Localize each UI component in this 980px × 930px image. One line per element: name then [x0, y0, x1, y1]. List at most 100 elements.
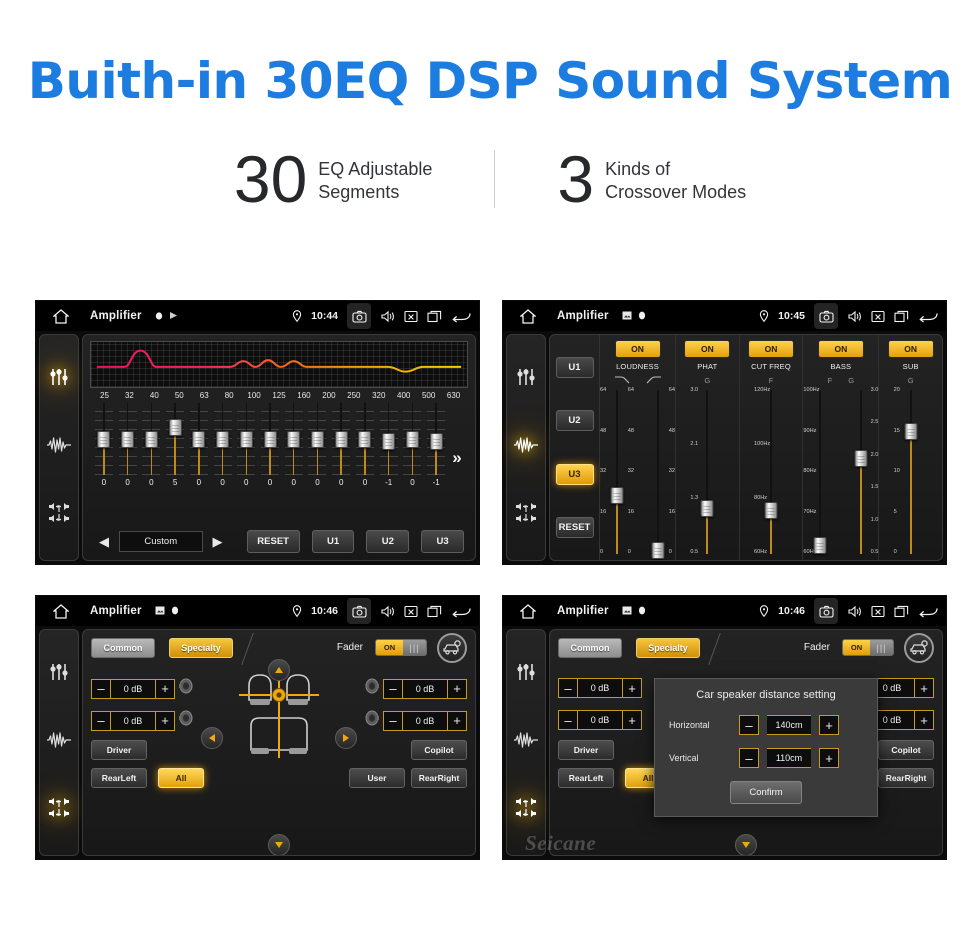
preset-next-icon[interactable]: ▶ — [208, 534, 228, 550]
waveform-icon[interactable] — [46, 436, 72, 459]
minus-button[interactable]: – — [739, 715, 759, 735]
eq-slider[interactable] — [427, 403, 446, 475]
minus-button[interactable]: – — [383, 678, 403, 699]
camera-icon[interactable] — [347, 598, 371, 624]
fader-knob[interactable] — [904, 422, 918, 440]
plus-button[interactable]: + — [819, 748, 839, 768]
preset-u2-button[interactable]: U2 — [555, 410, 594, 432]
seat-button-rearleft[interactable]: RearLeft — [91, 768, 147, 788]
speaker-balance-icon[interactable] — [515, 502, 537, 529]
home-icon[interactable] — [46, 308, 76, 324]
arrow-up-icon[interactable] — [268, 659, 290, 681]
fader-toggle[interactable]: ON ||| — [375, 639, 427, 656]
camera-icon[interactable] — [347, 303, 371, 329]
minus-button[interactable]: – — [739, 748, 759, 768]
eq-slider-knob[interactable] — [97, 430, 111, 448]
fader-knob[interactable] — [610, 486, 624, 504]
tab-specialty[interactable]: Specialty — [636, 637, 700, 658]
seat-button-copilot[interactable]: Copilot — [411, 740, 467, 760]
eq-slider[interactable] — [213, 403, 232, 475]
arrow-left-icon[interactable] — [201, 727, 223, 749]
waveform-icon[interactable] — [513, 436, 539, 459]
eq-slider[interactable] — [166, 403, 185, 475]
seat-button-driver[interactable]: Driver — [558, 740, 614, 760]
volume-icon[interactable] — [847, 310, 862, 323]
waveform-icon[interactable] — [46, 731, 72, 754]
seat-button-all[interactable]: All — [158, 768, 204, 788]
eq-slider[interactable] — [284, 403, 303, 475]
back-arrow-icon[interactable] — [451, 605, 472, 618]
close-box-icon[interactable] — [404, 310, 418, 323]
crossover-fader[interactable]: 20 15 10 5 0 — [894, 387, 926, 556]
speaker-balance-icon[interactable] — [515, 797, 537, 824]
eq-slider-knob[interactable] — [239, 430, 253, 448]
eq-sliders-icon[interactable] — [48, 366, 70, 393]
close-box-icon[interactable] — [871, 310, 885, 323]
minus-button[interactable]: – — [91, 710, 111, 731]
fader-knob[interactable] — [651, 541, 665, 559]
seat-button-driver[interactable]: Driver — [91, 740, 147, 760]
eq-slider[interactable] — [379, 403, 398, 475]
seat-button-rearleft[interactable]: RearLeft — [558, 768, 614, 788]
eq-sliders-icon[interactable] — [48, 661, 70, 688]
crossover-fader[interactable]: 120Hz 100Hz 80Hz 60Hz — [754, 387, 786, 556]
preset-prev-icon[interactable]: ◀ — [94, 534, 114, 550]
volume-icon[interactable] — [847, 605, 862, 618]
plus-button[interactable]: + — [447, 678, 467, 699]
eq-slider[interactable] — [261, 403, 279, 475]
recents-icon[interactable] — [894, 310, 909, 323]
eq-slider[interactable] — [189, 403, 208, 475]
eq-slider-knob[interactable] — [358, 430, 372, 448]
waveform-icon[interactable] — [513, 731, 539, 754]
double-chevron-right-icon[interactable]: » — [448, 403, 466, 526]
preset-u2-button[interactable]: U2 — [366, 530, 410, 553]
home-icon[interactable] — [513, 308, 543, 324]
crossover-fader[interactable]: 100Hz 90Hz 80Hz 70Hz 60Hz — [803, 387, 835, 556]
fader-knob[interactable] — [854, 449, 868, 467]
plus-button[interactable]: + — [622, 710, 642, 730]
car-gear-icon[interactable] — [904, 632, 934, 663]
eq-slider[interactable] — [118, 403, 137, 475]
crossover-fader[interactable]: 64 48 32 16 0 64 48 32 16 0 — [600, 387, 634, 556]
on-toggle-button[interactable]: ON — [817, 340, 864, 358]
eq-slider-knob[interactable] — [287, 430, 301, 448]
eq-slider[interactable] — [142, 403, 161, 475]
on-toggle-button[interactable]: ON — [887, 340, 934, 358]
minus-button[interactable]: – — [91, 678, 111, 699]
minus-button[interactable]: – — [383, 710, 403, 731]
back-arrow-icon[interactable] — [451, 310, 472, 323]
preset-u1-button[interactable]: U1 — [311, 530, 355, 553]
fader-knob[interactable] — [813, 536, 827, 554]
fader-toggle[interactable]: ON ||| — [842, 639, 894, 656]
eq-slider-knob[interactable] — [168, 419, 182, 437]
eq-slider[interactable] — [403, 403, 422, 475]
home-icon[interactable] — [46, 603, 76, 619]
plus-button[interactable]: + — [622, 678, 642, 698]
crossover-fader[interactable]: 3.0 2.5 2.0 1.5 1.0 0.5 — [846, 387, 878, 556]
minus-button[interactable]: – — [558, 710, 578, 730]
plus-button[interactable]: + — [914, 678, 934, 698]
seat-button-rearright[interactable]: RearRight — [878, 768, 934, 788]
back-arrow-icon[interactable] — [918, 310, 939, 323]
eq-slider[interactable] — [332, 403, 351, 475]
recents-icon[interactable] — [427, 310, 442, 323]
eq-slider[interactable] — [308, 403, 327, 475]
close-box-icon[interactable] — [404, 605, 418, 618]
on-toggle-button[interactable]: ON — [684, 340, 731, 358]
home-icon[interactable] — [513, 603, 543, 619]
eq-slider-knob[interactable] — [144, 430, 158, 448]
minus-button[interactable]: – — [558, 678, 578, 698]
eq-slider[interactable] — [355, 403, 374, 475]
volume-icon[interactable] — [380, 310, 395, 323]
volume-icon[interactable] — [380, 605, 395, 618]
plus-button[interactable]: + — [447, 710, 467, 731]
tab-specialty[interactable]: Specialty — [169, 637, 233, 658]
eq-slider-knob[interactable] — [192, 430, 206, 448]
arrow-right-icon[interactable] — [335, 727, 357, 749]
speaker-balance-icon[interactable] — [48, 502, 70, 529]
crossover-fader[interactable]: 64 48 32 16 0 — [643, 387, 675, 559]
plus-button[interactable]: + — [155, 710, 175, 731]
plus-button[interactable]: + — [155, 678, 175, 699]
car-gear-icon[interactable] — [437, 632, 467, 663]
back-arrow-icon[interactable] — [918, 605, 939, 618]
